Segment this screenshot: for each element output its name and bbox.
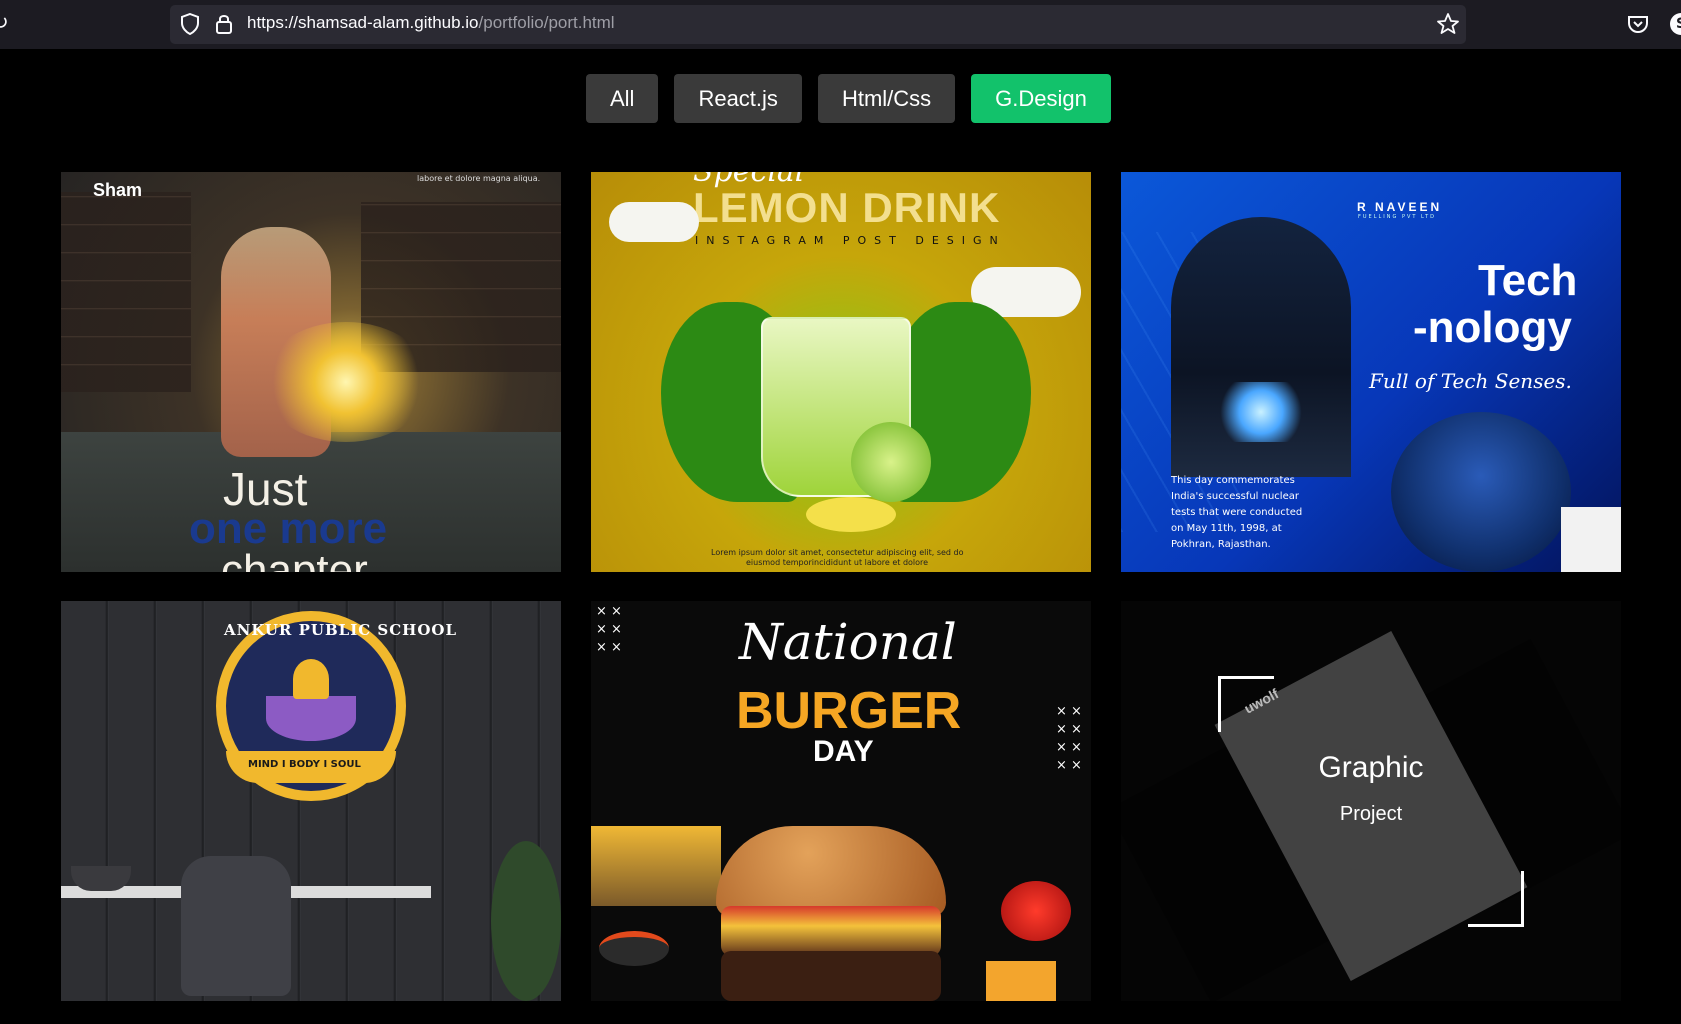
white-corner [1561,507,1621,572]
poster-headline-chapter: chapter [221,546,368,572]
account-avatar[interactable]: S [1670,13,1681,35]
sauce-bowl [599,931,669,966]
portfolio-card-graphic-project[interactable]: uwolf Graphic Project [1121,601,1621,1001]
portfolio-card-school-logo[interactable]: ANKUR PUBLIC SCHOOL MIND I BODY I SOUL [61,601,561,1001]
tech-body-2: India's successful nuclear [1171,491,1299,502]
url-host: https://shamsad-alam.github.io [247,13,479,32]
reload-icon[interactable]: ↻ [0,10,14,38]
graphic-project-title: Graphic [1318,751,1424,784]
graphic-project-subtitle: Project [1339,803,1403,825]
burger-script-title: National [739,613,957,671]
cloud-left [609,202,699,242]
emblem-figure [293,659,329,699]
browser-toolbar: ↻ https://shamsad-alam.github.io/portfol… [0,0,1681,49]
tech-brand-name: R NAVEEN [1357,200,1443,214]
burger-title: BURGER [736,682,962,740]
tech-tagline: Full of Tech Senses. [1369,369,1572,393]
lemon-caption-1: Lorem ipsum dolor sit amet, consectetur … [711,548,964,557]
lock-icon[interactable] [215,13,233,35]
lemon-slice [806,497,896,532]
tech-body-5: Pokhran, Rajasthan. [1171,539,1271,550]
tech-body-3: tests that were conducted [1171,507,1303,518]
url-path: /portfolio/port.html [478,13,615,32]
portfolio-card-reading[interactable]: Sham labore et dolore magna aliqua. Just… [61,172,561,572]
bookmark-star-icon[interactable] [1436,12,1460,36]
tech-body-1: This day commemorates [1171,475,1295,486]
poster-small-text: labore et dolore magna aliqua. [417,174,541,183]
tech-body-4: on May 11th, 1998, at [1171,523,1282,534]
portfolio-card-lemon-drink[interactable]: Special LEMON DRINK INSTAGRAM POST DESIG… [591,172,1091,572]
burger-fillings [721,906,941,956]
bookshelf-left [61,192,191,392]
brand-logo-text: Sham [93,180,143,200]
portfolio-filters: All React.js Html/Css G.Design [586,74,1111,123]
emblem-leaves [266,696,356,741]
cross-marks-left: × × × × × × [596,604,622,655]
overlay [1121,601,1621,1001]
office-chair [181,856,291,996]
plant-pot [71,866,131,891]
pocket-icon[interactable] [1627,13,1649,35]
portfolio-card-technology[interactable]: R NAVEEN FUELLING PVT LTD Tech -nology F… [1121,172,1621,572]
tech-title-1: Tech [1478,256,1578,305]
tech-title-2: -nology [1413,303,1572,352]
corner-frame-bottom-right [1468,871,1524,927]
cross-marks-right: × × × × × × × × [1056,704,1082,773]
school-ribbon-text: MIND I BODY I SOUL [248,759,361,770]
school-arc-text: ANKUR PUBLIC SCHOOL [224,621,458,639]
filter-html-css-button[interactable]: Html/Css [817,74,956,123]
url-text[interactable]: https://shamsad-alam.github.io/portfolio… [247,13,615,33]
filter-react-button[interactable]: React.js [674,74,802,123]
lemon-title: LEMON DRINK [693,184,1001,231]
burger-bun-top [716,826,946,916]
lime-slice [851,422,931,502]
filter-all-button[interactable]: All [586,74,659,123]
burger-patty [721,951,941,1001]
tracking-shield-icon[interactable] [180,13,200,35]
lemon-subtitle: INSTAGRAM POST DESIGN [695,234,1006,247]
right-plant [491,841,561,1001]
tech-brand-sub: FUELLING PVT LTD [1358,214,1437,220]
chip-glow [1216,382,1306,442]
tomatoes [1001,881,1071,941]
lemon-caption-2: eiusmod temporincididunt ut labore et do… [746,558,929,567]
filter-g-design-button[interactable]: G.Design [971,74,1111,123]
book-glow [261,322,431,442]
globe-circle [1391,412,1571,572]
cheese-block [986,961,1056,1001]
fries-basket [591,826,721,906]
burger-day: DAY [813,735,874,768]
portfolio-card-burger-day[interactable]: × × × × × × × × × × × × × × National BURGER D… [591,601,1091,1001]
